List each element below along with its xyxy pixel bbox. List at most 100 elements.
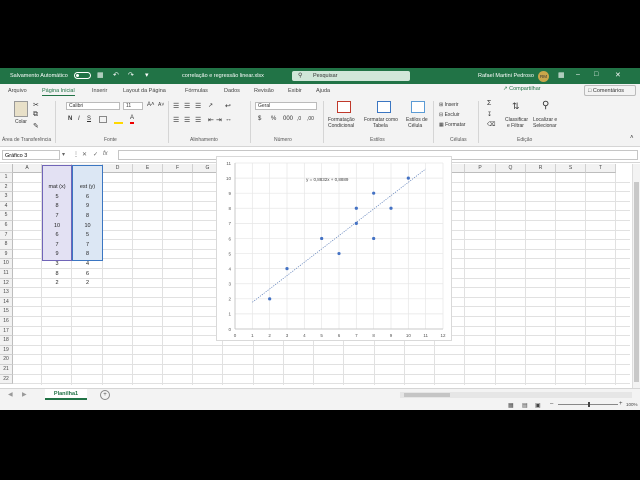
decrease-font-icon[interactable]: A˅: [158, 102, 164, 108]
row-header-9[interactable]: 9: [0, 249, 13, 260]
cell-x-value[interactable]: 8: [42, 203, 72, 209]
cell-x-value[interactable]: 8: [42, 271, 72, 277]
cell-y-value[interactable]: 2: [72, 280, 103, 286]
tab-pagina-inicial[interactable]: Página Inicial: [42, 88, 75, 96]
save-icon[interactable]: ▦: [97, 71, 104, 80]
cell-x-value[interactable]: 3: [42, 261, 72, 267]
decrease-indent-icon[interactable]: ⇤: [208, 116, 214, 124]
row-header-14[interactable]: 14: [0, 297, 13, 308]
search-input[interactable]: ⚲ Pesquisar: [292, 71, 410, 81]
column-header-a[interactable]: A: [13, 164, 42, 173]
collapse-ribbon-icon[interactable]: ˄: [630, 135, 634, 141]
row-header-20[interactable]: 20: [0, 355, 13, 365]
cell-x-value[interactable]: 7: [42, 242, 72, 248]
page-layout-view-icon[interactable]: ▤: [522, 402, 528, 409]
italic-button[interactable]: I: [78, 116, 80, 122]
tab-arquivo[interactable]: Arquivo: [8, 88, 27, 94]
name-box-dropdown-icon[interactable]: ▾: [62, 151, 65, 158]
column-header-r[interactable]: R: [526, 164, 556, 173]
fill-icon[interactable]: ↧: [487, 111, 492, 118]
cell-y-value[interactable]: 4: [72, 261, 103, 267]
row-header-18[interactable]: 18: [0, 336, 13, 346]
row-header-3[interactable]: 3: [0, 192, 13, 202]
column-header-s[interactable]: S: [556, 164, 586, 173]
font-color-icon[interactable]: A: [130, 114, 135, 124]
tab-formulas[interactable]: Fórmulas: [185, 88, 208, 94]
orientation-icon[interactable]: ↗: [208, 102, 213, 109]
cell-x-value[interactable]: 9: [42, 251, 72, 257]
prev-sheet-icon[interactable]: ◀: [8, 391, 13, 398]
align-center-icon[interactable]: ☰: [184, 116, 190, 124]
select-all-corner[interactable]: [0, 164, 13, 173]
cell-styles-icon[interactable]: [411, 101, 425, 113]
row-header-2[interactable]: 2: [0, 182, 13, 193]
column-header-q[interactable]: Q: [496, 164, 526, 173]
column-header-f[interactable]: F: [163, 164, 193, 173]
name-box[interactable]: Gráfico 3: [2, 150, 60, 160]
vertical-scrollbar-thumb[interactable]: [634, 182, 639, 382]
avatar[interactable]: RM: [538, 71, 549, 82]
zoom-level[interactable]: 100%: [626, 402, 638, 407]
percent-icon[interactable]: %: [271, 116, 276, 122]
row-header-16[interactable]: 16: [0, 317, 13, 327]
underline-button[interactable]: S: [87, 116, 91, 122]
row-header-19[interactable]: 19: [0, 345, 13, 356]
cell-y-value[interactable]: 7: [72, 242, 103, 248]
column-header-e[interactable]: E: [133, 164, 163, 173]
page-break-view-icon[interactable]: ▣: [535, 402, 541, 409]
number-format-select[interactable]: Geral: [255, 102, 317, 110]
sheet-tab-planilha1[interactable]: Planilha1: [45, 389, 87, 400]
align-right-icon[interactable]: ☰: [195, 116, 201, 124]
align-top-icon[interactable]: ☰: [173, 102, 179, 110]
cell-y-value[interactable]: 5: [72, 232, 103, 238]
font-name-select[interactable]: Calibri: [66, 102, 120, 110]
increase-font-icon[interactable]: A˄: [147, 102, 155, 108]
close-icon[interactable]: ✕: [615, 71, 621, 79]
copy-icon[interactable]: ⧉: [33, 111, 38, 119]
redo-icon[interactable]: ↷: [128, 71, 134, 80]
cut-icon[interactable]: ✂: [33, 101, 39, 109]
cancel-icon[interactable]: ✕: [82, 151, 87, 158]
align-middle-icon[interactable]: ☰: [184, 102, 190, 110]
row-header-13[interactable]: 13: [0, 288, 13, 298]
comma-style-icon[interactable]: 000: [283, 116, 293, 122]
paste-icon[interactable]: [14, 101, 28, 117]
undo-icon[interactable]: ↶: [113, 71, 119, 80]
clear-icon[interactable]: ⌫: [487, 121, 495, 128]
row-header-12[interactable]: 12: [0, 278, 13, 289]
minimize-icon[interactable]: –: [576, 71, 580, 78]
delete-cells-button[interactable]: ⊟ Excluir: [439, 112, 460, 118]
format-cells-button[interactable]: ▦ Formatar: [439, 122, 465, 128]
row-header-22[interactable]: 22: [0, 374, 13, 385]
row-header-17[interactable]: 17: [0, 326, 13, 337]
enter-icon[interactable]: ✓: [93, 151, 98, 158]
row-header-5[interactable]: 5: [0, 211, 13, 221]
increase-decimal-icon[interactable]: ,0: [297, 116, 301, 122]
row-header-10[interactable]: 10: [0, 259, 13, 269]
horizontal-scrollbar-thumb[interactable]: [404, 393, 450, 397]
find-select-icon[interactable]: ⚲: [542, 100, 549, 111]
autosum-icon[interactable]: Σ: [487, 100, 491, 107]
currency-icon[interactable]: $: [258, 116, 261, 122]
conditional-formatting-icon[interactable]: [337, 101, 351, 113]
ribbon-options-icon[interactable]: ▦: [558, 71, 565, 79]
cell-y-value[interactable]: 10: [72, 223, 103, 229]
column-header-d[interactable]: D: [103, 164, 133, 173]
cell-x-value[interactable]: 10: [42, 223, 72, 229]
normal-view-icon[interactable]: ▦: [508, 402, 514, 409]
cell-y-value[interactable]: 8: [72, 251, 103, 257]
cell-y-value[interactable]: 6: [72, 271, 103, 277]
tab-ajuda[interactable]: Ajuda: [316, 88, 330, 94]
wrap-text-icon[interactable]: ↩: [225, 102, 231, 110]
column-header-t[interactable]: T: [586, 164, 616, 173]
cell-y-value[interactable]: 9: [72, 203, 103, 209]
format-painter-icon[interactable]: ✎: [33, 122, 39, 130]
zoom-out-button[interactable]: –: [550, 401, 553, 407]
autosave-toggle[interactable]: [74, 72, 91, 79]
cell-x-value[interactable]: 6: [42, 232, 72, 238]
row-header-11[interactable]: 11: [0, 269, 13, 279]
decrease-decimal-icon[interactable]: ,00: [307, 116, 314, 122]
tab-inserir[interactable]: Inserir: [92, 88, 107, 94]
maximize-icon[interactable]: □: [594, 71, 598, 78]
tab-layout[interactable]: Layout da Página: [123, 88, 166, 94]
